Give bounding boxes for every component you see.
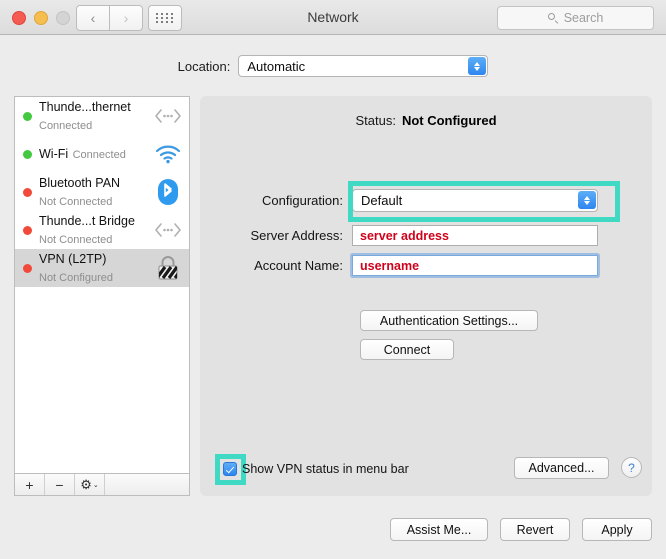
help-button[interactable]: ? xyxy=(621,457,642,478)
wifi-icon xyxy=(151,139,185,169)
gear-icon: ⚙ xyxy=(80,478,92,491)
bluetooth-icon xyxy=(151,177,185,207)
service-state: Not Configured xyxy=(39,272,113,284)
vpn-lock-icon xyxy=(151,253,185,283)
advanced-button[interactable]: Advanced... xyxy=(514,457,609,479)
assist-me-button[interactable]: Assist Me... xyxy=(390,518,488,541)
location-popup-button[interactable]: Automatic xyxy=(238,55,488,77)
service-actions-button[interactable]: ⚙ ⌄ xyxy=(75,474,105,495)
server-address-row: Server Address: server address xyxy=(200,225,598,246)
remove-service-button[interactable]: − xyxy=(45,474,75,495)
service-text: Bluetooth PAN Not Connected xyxy=(39,174,151,210)
footer-buttons: Assist Me... Revert Apply xyxy=(390,518,652,541)
location-value: Automatic xyxy=(239,59,305,74)
chevron-updown-icon xyxy=(578,191,596,209)
service-text: Thunde...thernet Connected xyxy=(39,98,151,134)
status-value: Not Configured xyxy=(402,113,497,128)
service-state: Not Connected xyxy=(39,196,112,208)
add-service-button[interactable]: + xyxy=(15,474,45,495)
service-text: Wi-Fi Connected xyxy=(39,145,151,163)
show-vpn-status-label: Show VPN status in menu bar xyxy=(242,462,409,476)
search-placeholder: Search xyxy=(564,11,604,25)
configuration-label: Configuration: xyxy=(200,193,352,208)
status-dot xyxy=(23,188,32,197)
account-name-label: Account Name: xyxy=(200,258,352,273)
server-address-input[interactable]: server address xyxy=(352,225,598,246)
status-row: Status: Not Configured xyxy=(200,113,652,128)
vpn-settings-panel: Status: Not Configured Configuration: De… xyxy=(200,96,652,496)
service-name: Wi-Fi xyxy=(39,147,68,161)
configuration-value: Default xyxy=(353,193,402,208)
service-row-vpn[interactable]: VPN (L2TP) Not Configured xyxy=(15,249,189,287)
status-label: Status: xyxy=(355,113,395,128)
service-row-bluetooth-pan[interactable]: Bluetooth PAN Not Connected xyxy=(15,173,189,211)
service-text: VPN (L2TP) Not Configured xyxy=(39,250,151,286)
service-state: Connected xyxy=(39,120,92,132)
account-name-row: Account Name: username xyxy=(200,255,598,276)
location-row: Location: Automatic xyxy=(0,55,666,77)
authentication-settings-button[interactable]: Authentication Settings... xyxy=(360,310,538,331)
location-label: Location: xyxy=(178,59,231,74)
search-field[interactable]: Search xyxy=(497,6,654,30)
chevron-down-icon: ⌄ xyxy=(93,481,99,489)
status-dot xyxy=(23,150,32,159)
service-row-thunderbolt-bridge[interactable]: Thunde...t Bridge Not Connected xyxy=(15,211,189,249)
account-name-input[interactable]: username xyxy=(352,255,598,276)
service-name: Bluetooth PAN xyxy=(39,176,120,190)
apply-button[interactable]: Apply xyxy=(582,518,652,541)
server-address-label: Server Address: xyxy=(200,228,352,243)
status-dot xyxy=(23,264,32,273)
service-list[interactable]: Thunde...thernet Connected Wi-Fi Connect… xyxy=(14,96,190,474)
network-preferences-window: ‹ › Network Search Location: Automatic xyxy=(0,0,666,559)
service-name: Thunde...t Bridge xyxy=(39,214,135,228)
connect-button[interactable]: Connect xyxy=(360,339,454,360)
ethernet-icon xyxy=(151,215,185,245)
account-name-value: username xyxy=(360,259,419,273)
ethernet-icon xyxy=(151,101,185,131)
service-text: Thunde...t Bridge Not Connected xyxy=(39,212,151,248)
checkmark-icon xyxy=(226,465,235,474)
chevron-updown-icon xyxy=(468,57,486,75)
revert-button[interactable]: Revert xyxy=(500,518,570,541)
title-bar: ‹ › Network Search xyxy=(0,0,666,35)
server-address-value: server address xyxy=(360,229,449,243)
configuration-popup-button[interactable]: Default xyxy=(352,189,598,212)
status-dot xyxy=(23,112,32,121)
search-icon xyxy=(548,13,559,24)
toolbar-filler xyxy=(105,474,189,495)
panel-bottom-row: Show VPN status in menu bar Advanced... … xyxy=(200,458,652,484)
service-name: Thunde...thernet xyxy=(39,100,131,114)
service-state: Not Connected xyxy=(39,234,112,246)
service-row-ethernet[interactable]: Thunde...thernet Connected xyxy=(15,97,189,135)
service-list-toolbar: + − ⚙ ⌄ xyxy=(14,474,190,496)
service-name: VPN (L2TP) xyxy=(39,252,106,266)
status-dot xyxy=(23,226,32,235)
service-row-wifi[interactable]: Wi-Fi Connected xyxy=(15,135,189,173)
show-vpn-status-checkbox[interactable] xyxy=(223,462,237,476)
configuration-row: Configuration: Default xyxy=(200,189,598,212)
service-state: Connected xyxy=(73,149,126,161)
